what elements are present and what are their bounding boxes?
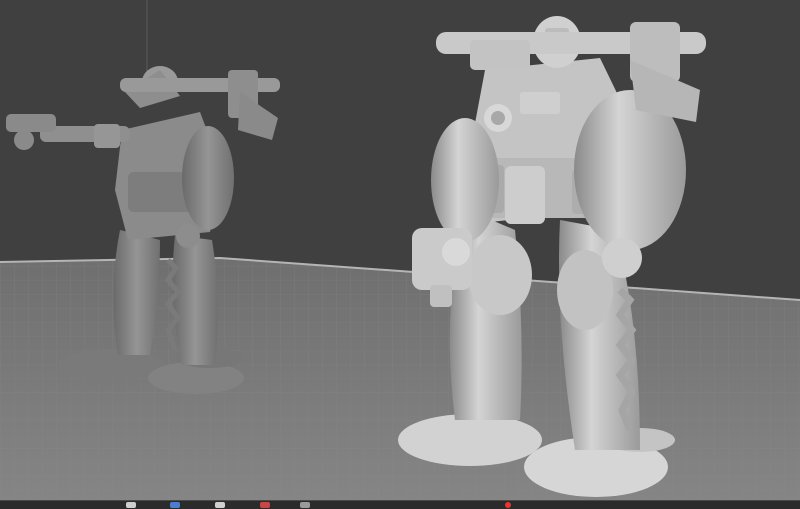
- folder-icon[interactable]: [170, 502, 180, 508]
- record-icon[interactable]: [505, 502, 511, 508]
- taskbar: [0, 500, 800, 509]
- app-icon[interactable]: [126, 502, 136, 508]
- settings-icon[interactable]: [300, 502, 310, 508]
- browser-icon[interactable]: [215, 502, 225, 508]
- terminal-icon[interactable]: [260, 502, 270, 508]
- app-window: [0, 0, 800, 509]
- 3d-viewport[interactable]: [0, 0, 800, 500]
